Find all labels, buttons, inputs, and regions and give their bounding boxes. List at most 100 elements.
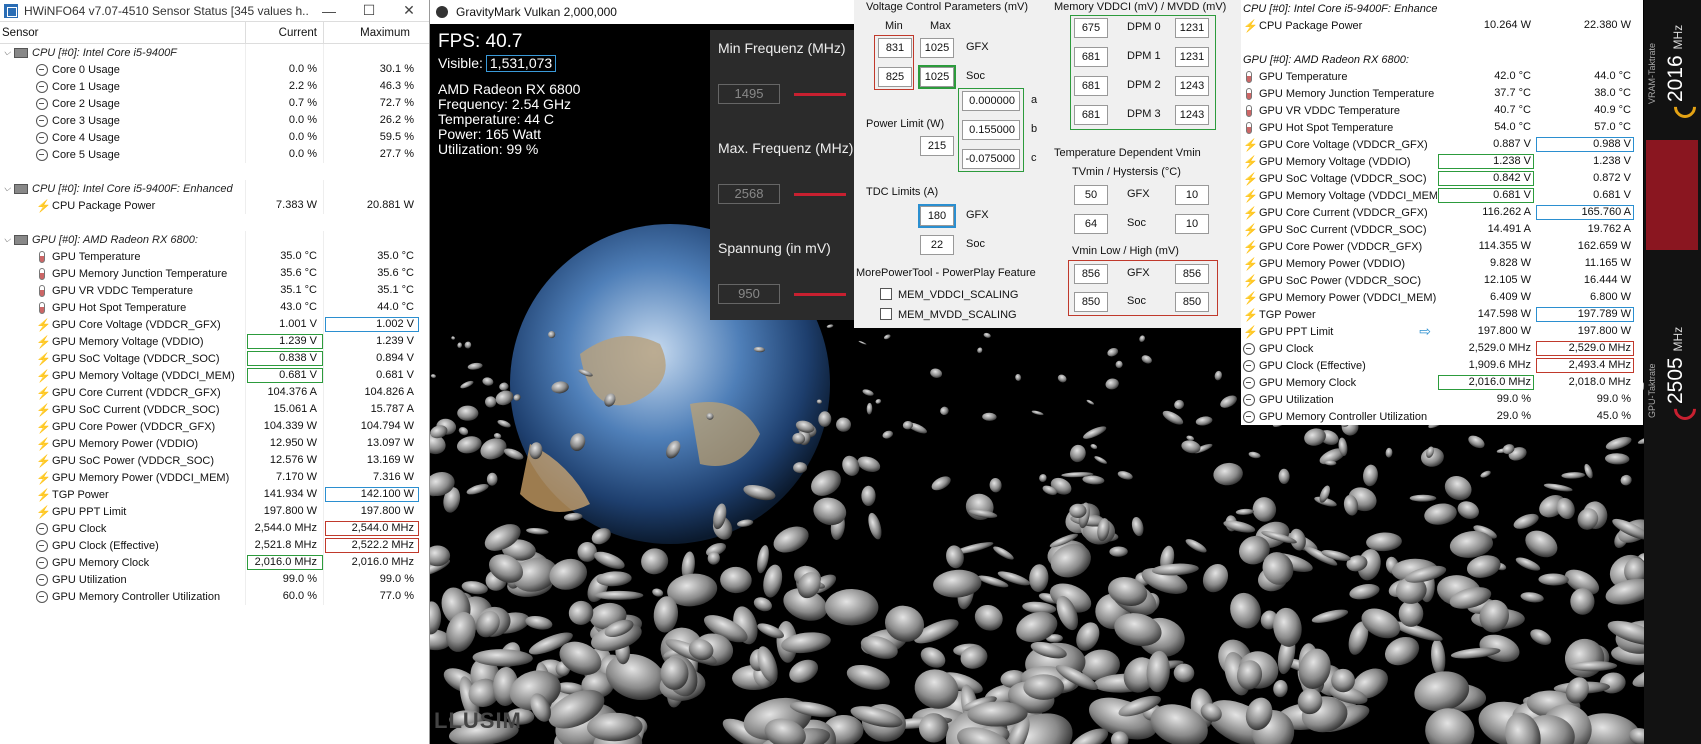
- coefficient-a-input[interactable]: 0.000000: [962, 91, 1020, 111]
- sensor-row[interactable]: ⚡ GPU SoC Power (VDDCR_SOC) 12.105 W 16.444…: [1241, 272, 1643, 289]
- slider-track[interactable]: [794, 292, 846, 296]
- sensor-row[interactable]: GPU Clock 2,544.0 MHz 2,544.0 MHz: [0, 520, 429, 537]
- sensor-group-row[interactable]: ⌵ GPU [#0]: AMD Radeon RX 6800:: [0, 231, 429, 248]
- sensor-row[interactable]: GPU Utilization 99.0 % 99.0 %: [1241, 391, 1643, 408]
- hwinfo-titlebar[interactable]: HWiNFO64 v7.07-4510 Sensor Status [345 v…: [0, 0, 429, 22]
- sensor-row[interactable]: ⚡ GPU Core Voltage (VDDCR_GFX) 1.001 V 1.00…: [0, 316, 429, 333]
- dpm2-mvdd-input[interactable]: 1243: [1175, 76, 1209, 96]
- dpm0-mvdd-input[interactable]: 1231: [1175, 18, 1209, 38]
- sensor-row[interactable]: ⚡ GPU Core Power (VDDCR_GFX) 104.339 W 104.…: [0, 418, 429, 435]
- maximize-button[interactable]: ☐: [349, 2, 389, 19]
- sensor-row[interactable]: GPU Memory Clock 2,016.0 MHz 2,016.0 MHz: [0, 554, 429, 571]
- expand-chevron-icon[interactable]: ⌵: [0, 47, 14, 58]
- sensor-row[interactable]: GPU Temperature 42.0 °C 44.0 °C: [1241, 68, 1643, 85]
- sensor-row[interactable]: GPU Clock (Effective) 1,909.6 MHz 2,493.4 …: [1241, 357, 1643, 374]
- sensor-row[interactable]: Core 3 Usage 0.0 % 26.2 %: [0, 112, 429, 129]
- slider-track[interactable]: [794, 192, 846, 196]
- sensor-row[interactable]: ⚡ CPU Package Power 10.264 W 22.380 W: [1241, 17, 1643, 34]
- sensor-row[interactable]: ⚡ GPU SoC Current (VDDCR_SOC) 14.491 A 19.7…: [1241, 221, 1643, 238]
- slider-value-input[interactable]: 950: [718, 284, 780, 304]
- sensor-row[interactable]: GPU Clock 2,529.0 MHz 2,529.0 MHz: [1241, 340, 1643, 357]
- sensor-row[interactable]: GPU Memory Clock 2,016.0 MHz 2,018.0 MHz: [1241, 374, 1643, 391]
- power-limit-input[interactable]: 215: [920, 136, 954, 156]
- gfx-min-input[interactable]: 831: [878, 38, 912, 58]
- slider-value-input[interactable]: 2568: [718, 184, 780, 204]
- sensor-row[interactable]: Core 0 Usage 0.0 % 30.1 %: [0, 61, 429, 78]
- coefficient-c-input[interactable]: -0.075000: [962, 149, 1020, 169]
- sensor-row[interactable]: GPU VR VDDC Temperature 35.1 °C 35.1 °C: [0, 282, 429, 299]
- dpm2-vddci-input[interactable]: 681: [1074, 76, 1108, 96]
- col-current[interactable]: Current: [246, 22, 324, 43]
- vmin-high-soc-input[interactable]: 850: [1175, 292, 1209, 312]
- tdc-soc-input[interactable]: 22: [920, 235, 954, 255]
- sensor-row[interactable]: ⚡ GPU Memory Voltage (VDDIO) 1.238 V 1.238 …: [1241, 153, 1643, 170]
- sensor-row[interactable]: Core 1 Usage 2.2 % 46.3 %: [0, 78, 429, 95]
- tdc-gfx-input[interactable]: 180: [920, 206, 954, 226]
- coefficient-b-input[interactable]: 0.155000: [962, 120, 1020, 140]
- dpm1-mvdd-input[interactable]: 1231: [1175, 47, 1209, 67]
- vmin-low-gfx-input[interactable]: 856: [1074, 264, 1108, 284]
- sensor-row[interactable]: GPU Temperature 35.0 °C 35.0 °C: [0, 248, 429, 265]
- minimize-button[interactable]: —: [309, 3, 349, 19]
- sensor-row[interactable]: ⚡ GPU PPT Limit ⇨ 197.800 W 197.800 W: [1241, 323, 1643, 340]
- close-button[interactable]: ✕: [389, 2, 429, 19]
- dpm0-vddci-input[interactable]: 675: [1074, 18, 1108, 38]
- sensor-row[interactable]: ⚡ TGP Power 147.598 W 197.789 W: [1241, 306, 1643, 323]
- sensor-row[interactable]: ⚡ TGP Power 141.934 W 142.100 W: [0, 486, 429, 503]
- sensor-row[interactable]: ⚡ GPU Memory Voltage (VDDIO) 1.239 V 1.239 …: [0, 333, 429, 350]
- sensor-row[interactable]: Core 2 Usage 0.7 % 72.7 %: [0, 95, 429, 112]
- tvmin-soc-input[interactable]: 64: [1074, 214, 1108, 234]
- sensor-row[interactable]: ⚡ GPU Memory Voltage (VDDCI_MEM) 0.681 V 0.…: [0, 367, 429, 384]
- col-maximum[interactable]: Maximum: [324, 22, 420, 43]
- sensor-row[interactable]: ⚡ GPU Core Voltage (VDDCR_GFX) 0.887 V 0.98…: [1241, 136, 1643, 153]
- sensor-row[interactable]: GPU Clock (Effective) 2,521.8 MHz 2,522.2 …: [0, 537, 429, 554]
- sensor-row[interactable]: GPU Memory Controller Utilization 29.0 % 4…: [1241, 408, 1643, 425]
- expand-chevron-icon[interactable]: ⌵: [0, 234, 14, 245]
- mem-vddci-scaling-checkbox[interactable]: [880, 288, 892, 300]
- col-sensor[interactable]: Sensor: [0, 22, 246, 43]
- sensor-row[interactable]: GPU Hot Spot Temperature 54.0 °C 57.0 °C: [1241, 119, 1643, 136]
- soc-min-input[interactable]: 825: [878, 67, 912, 87]
- sensor-group-row[interactable]: ⌵ CPU [#0]: Intel Core i5-9400F: [0, 44, 429, 61]
- sensor-row[interactable]: ⚡ GPU Memory Power (VDDIO) 9.828 W 11.165 W: [1241, 255, 1643, 272]
- sensor-row[interactable]: GPU Hot Spot Temperature 43.0 °C 44.0 °C: [0, 299, 429, 316]
- sensor-row[interactable]: ⚡ GPU SoC Current (VDDCR_SOC) 15.061 A 15.7…: [0, 401, 429, 418]
- sensor-group-row[interactable]: CPU [#0]: Intel Core i5-9400F: Enhanced: [1241, 0, 1643, 17]
- mem-mvdd-scaling-checkbox[interactable]: [880, 308, 892, 320]
- sensor-row[interactable]: ⚡ GPU Core Power (VDDCR_GFX) 114.355 W 162.…: [1241, 238, 1643, 255]
- sensor-row[interactable]: GPU VR VDDC Temperature 40.7 °C 40.9 °C: [1241, 102, 1643, 119]
- sensor-row[interactable]: GPU Memory Junction Temperature 35.6 °C 35…: [0, 265, 429, 282]
- sensor-group-row[interactable]: GPU [#0]: AMD Radeon RX 6800:: [1241, 51, 1643, 68]
- sensor-row[interactable]: Core 5 Usage 0.0 % 27.7 %: [0, 146, 429, 163]
- sensor-row[interactable]: GPU Memory Junction Temperature 37.7 °C 38…: [1241, 85, 1643, 102]
- sensor-row[interactable]: ⚡ GPU PPT Limit 197.800 W 197.800 W: [0, 503, 429, 520]
- sensor-row[interactable]: ⚡ GPU Memory Power (VDDCI_MEM) 7.170 W 7.31…: [0, 469, 429, 486]
- sensor-row[interactable]: GPU Memory Controller Utilization 60.0 % 7…: [0, 588, 429, 605]
- sensor-row[interactable]: ⚡ CPU Package Power 7.383 W 20.881 W: [0, 197, 429, 214]
- dpm3-mvdd-input[interactable]: 1243: [1175, 105, 1209, 125]
- slider-track[interactable]: [794, 92, 846, 96]
- gravitymark-titlebar[interactable]: GravityMark Vulkan 2,000,000: [430, 0, 860, 24]
- sensor-row[interactable]: Core 4 Usage 0.0 % 59.5 %: [0, 129, 429, 146]
- sensor-row[interactable]: ⚡ GPU Memory Power (VDDIO) 12.950 W 13.097 …: [0, 435, 429, 452]
- sensor-row[interactable]: ⚡ GPU SoC Power (VDDCR_SOC) 12.576 W 13.169…: [0, 452, 429, 469]
- vmin-low-soc-input[interactable]: 850: [1074, 292, 1108, 312]
- dpm1-vddci-input[interactable]: 681: [1074, 47, 1108, 67]
- expand-chevron-icon[interactable]: ⌵: [0, 183, 14, 194]
- tvmin-gfx-input[interactable]: 50: [1074, 185, 1108, 205]
- sensor-row[interactable]: ⚡ GPU Memory Voltage (VDDCI_MEM) 0.681 V 0.…: [1241, 187, 1643, 204]
- slider-value-input[interactable]: 1495: [718, 84, 780, 104]
- sensor-row[interactable]: ⚡ GPU Core Current (VDDCR_GFX) 116.262 A 16…: [1241, 204, 1643, 221]
- gfx-max-input[interactable]: 1025: [920, 38, 954, 58]
- hysteresis-gfx-input[interactable]: 10: [1175, 185, 1209, 205]
- sensor-row[interactable]: GPU Utilization 99.0 % 99.0 %: [0, 571, 429, 588]
- sensor-row[interactable]: ⚡ GPU SoC Voltage (VDDCR_SOC) 0.838 V 0.894…: [0, 350, 429, 367]
- vmin-high-gfx-input[interactable]: 856: [1175, 264, 1209, 284]
- sensor-row[interactable]: ⚡ GPU Memory Power (VDDCI_MEM) 6.409 W 6.80…: [1241, 289, 1643, 306]
- sensor-row[interactable]: ⚡ GPU Core Current (VDDCR_GFX) 104.376 A 10…: [0, 384, 429, 401]
- hysteresis-soc-input[interactable]: 10: [1175, 214, 1209, 234]
- sensor-row[interactable]: ⚡ GPU SoC Voltage (VDDCR_SOC) 0.842 V 0.872…: [1241, 170, 1643, 187]
- sensor-group-row[interactable]: ⌵ CPU [#0]: Intel Core i5-9400F: Enhanced: [0, 180, 429, 197]
- soc-max-input[interactable]: 1025: [920, 67, 954, 87]
- dpm3-vddci-input[interactable]: 681: [1074, 105, 1108, 125]
